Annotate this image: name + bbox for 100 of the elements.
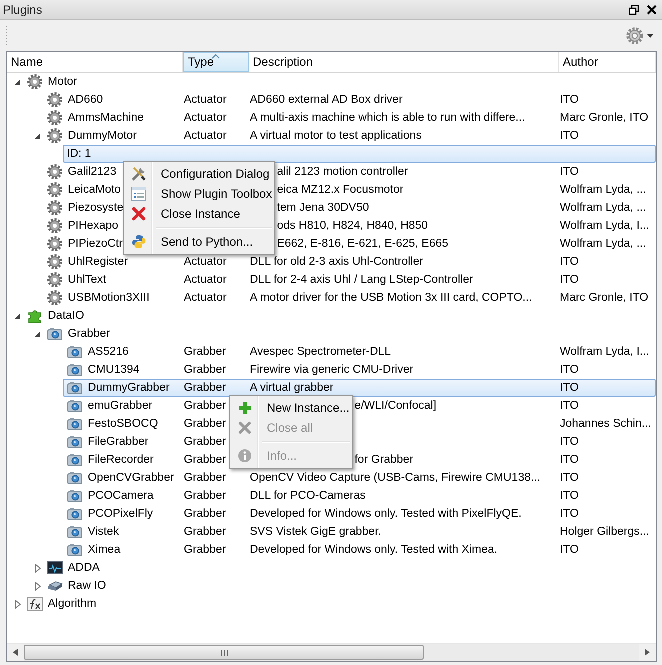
plugin-author: ITO: [560, 436, 579, 448]
expanded-arrow-icon[interactable]: [14, 312, 21, 320]
plugin-name: DummyGrabber: [88, 382, 170, 394]
monitor-icon: [47, 560, 63, 576]
camera-icon: [67, 416, 83, 432]
plugin-author: Wolfram Lyda, ...: [560, 202, 646, 214]
column-header[interactable]: Description: [249, 52, 559, 72]
list-window-icon: [131, 186, 147, 202]
camera-icon: [67, 380, 83, 396]
left-arrow-icon: [13, 649, 18, 656]
tools-icon: [131, 166, 147, 182]
selected-row[interactable]: ID: 1: [63, 145, 656, 163]
sort-caret-icon: [212, 54, 220, 59]
expanded-arrow-icon[interactable]: [14, 78, 21, 86]
plugin-type: Actuator: [184, 292, 227, 304]
collapsed-arrow-icon[interactable]: [15, 600, 21, 608]
plugin-name: Ximea: [88, 544, 121, 556]
gear-icon: [47, 200, 63, 216]
gear-icon: [47, 236, 63, 252]
settings-button[interactable]: [624, 24, 656, 46]
plugin-name: ADDA: [68, 562, 100, 574]
plugin-type: Actuator: [184, 274, 227, 286]
plugin-type: Grabber: [184, 544, 226, 556]
plugin-description: tem Jena 30DV50: [277, 202, 370, 214]
selected-row[interactable]: DummyGrabber Grabber A virtual grabber ITO: [63, 379, 656, 397]
camera-icon: [67, 488, 83, 504]
camera-icon: [67, 344, 83, 360]
column-header[interactable]: Type: [183, 52, 249, 72]
close-button[interactable]: [647, 4, 657, 14]
plugin-description: OpenCV Video Capture (USB-Cams, Firewire CMU138...: [250, 472, 541, 484]
plugin-type: Grabber: [184, 508, 226, 520]
plugin-name: OpenCVGrabber: [88, 472, 174, 484]
expanded-arrow-icon[interactable]: [34, 132, 41, 140]
close-icon: [131, 206, 147, 222]
plugin-author: ITO: [560, 256, 579, 268]
camera-icon: [67, 506, 83, 522]
plugin-type: Grabber: [184, 400, 226, 412]
panel-title: Plugins: [3, 2, 44, 16]
plugin-name: AmmsMachine: [68, 112, 144, 124]
plugin-name: DataIO: [48, 310, 84, 322]
plugin-name: LeicaMoto: [68, 184, 122, 196]
gear-icon: [47, 272, 63, 288]
plus-icon: [237, 400, 253, 416]
plugin-author: Holger Gilbergs...: [560, 526, 650, 538]
camera-icon: [67, 524, 83, 540]
camera-icon: [67, 452, 83, 468]
plugin-type: Actuator: [184, 256, 227, 268]
plugin-author: Marc Gronle, ITO: [560, 292, 649, 304]
menu-item[interactable]: Show Plugin Toolbox: [126, 184, 272, 204]
close-icon: [647, 4, 657, 14]
plugin-type: Actuator: [184, 94, 227, 106]
plugin-name: AS5216: [88, 346, 129, 358]
plugin-author: ITO: [560, 400, 579, 412]
scrollbar-thumb[interactable]: [24, 645, 424, 660]
plugin-type: Grabber: [184, 490, 226, 502]
menu-item[interactable]: Configuration Dialog: [126, 164, 272, 184]
menu-item[interactable]: Send to Python...: [126, 232, 272, 252]
menu-item[interactable]: New Instance...: [232, 398, 350, 418]
plugin-author: ITO: [560, 508, 579, 520]
plugin-name: UhlRegister: [68, 256, 128, 268]
column-header[interactable]: Author: [559, 52, 656, 72]
menu-item[interactable]: Close Instance: [126, 204, 272, 224]
plugin-name: Piezosyste: [68, 202, 124, 214]
plugin-name: UhlText: [68, 274, 106, 286]
plugin-name: PCOPixelFly: [88, 508, 154, 520]
gear-icon: [47, 290, 63, 306]
plugin-name: Galil2123: [68, 166, 117, 178]
expanded-arrow-icon[interactable]: [34, 330, 41, 338]
camera-icon: [67, 362, 83, 378]
caret-icon: [647, 34, 654, 38]
plugin-type: Grabber: [184, 526, 226, 538]
plugin-author: ITO: [560, 490, 579, 502]
plugin-type: Grabber: [184, 346, 226, 358]
plugin-description: Developed for Windows only. Tested with Ximea.: [250, 544, 498, 556]
plugin-author: Johannes Schin...: [560, 418, 652, 430]
collapsed-arrow-icon[interactable]: [35, 582, 41, 590]
instance-label: ID: 1: [67, 148, 92, 160]
float-button[interactable]: [629, 4, 639, 14]
gear-icon: [47, 128, 63, 144]
plugin-description: E662, E-816, E-621, E-625, E665: [277, 238, 449, 250]
plugin-name: PIPiezoCtr: [68, 238, 123, 250]
plugin-description: Avespec Spectrometer-DLL: [250, 346, 392, 358]
plugin-description: A virtual grabber: [250, 382, 334, 394]
plugin-description: Firewire via generic CMU-Driver: [250, 364, 414, 376]
plugin-author: ITO: [560, 364, 579, 376]
plugin-type: Grabber: [184, 364, 226, 376]
puzzle-icon: [27, 308, 43, 324]
plugin-name: emuGrabber: [88, 400, 153, 412]
plugin-description: DLL for old 2-3 axis Uhl-Controller: [250, 256, 424, 268]
plugin-name: Raw IO: [68, 580, 106, 592]
gear-icon: [47, 218, 63, 234]
gear-icon: [47, 92, 63, 108]
camera-icon: [67, 470, 83, 486]
float-icon: [629, 4, 639, 14]
plugin-name: Motor: [48, 76, 78, 88]
plugin-type: Grabber: [184, 418, 226, 430]
plugin-description: AD660 external AD Box driver: [250, 94, 403, 106]
plugin-name: AD660: [68, 94, 104, 106]
plugin-description: Developed for Windows only. Tested with PixelFlyQE.: [250, 508, 522, 520]
collapsed-arrow-icon[interactable]: [35, 564, 41, 572]
